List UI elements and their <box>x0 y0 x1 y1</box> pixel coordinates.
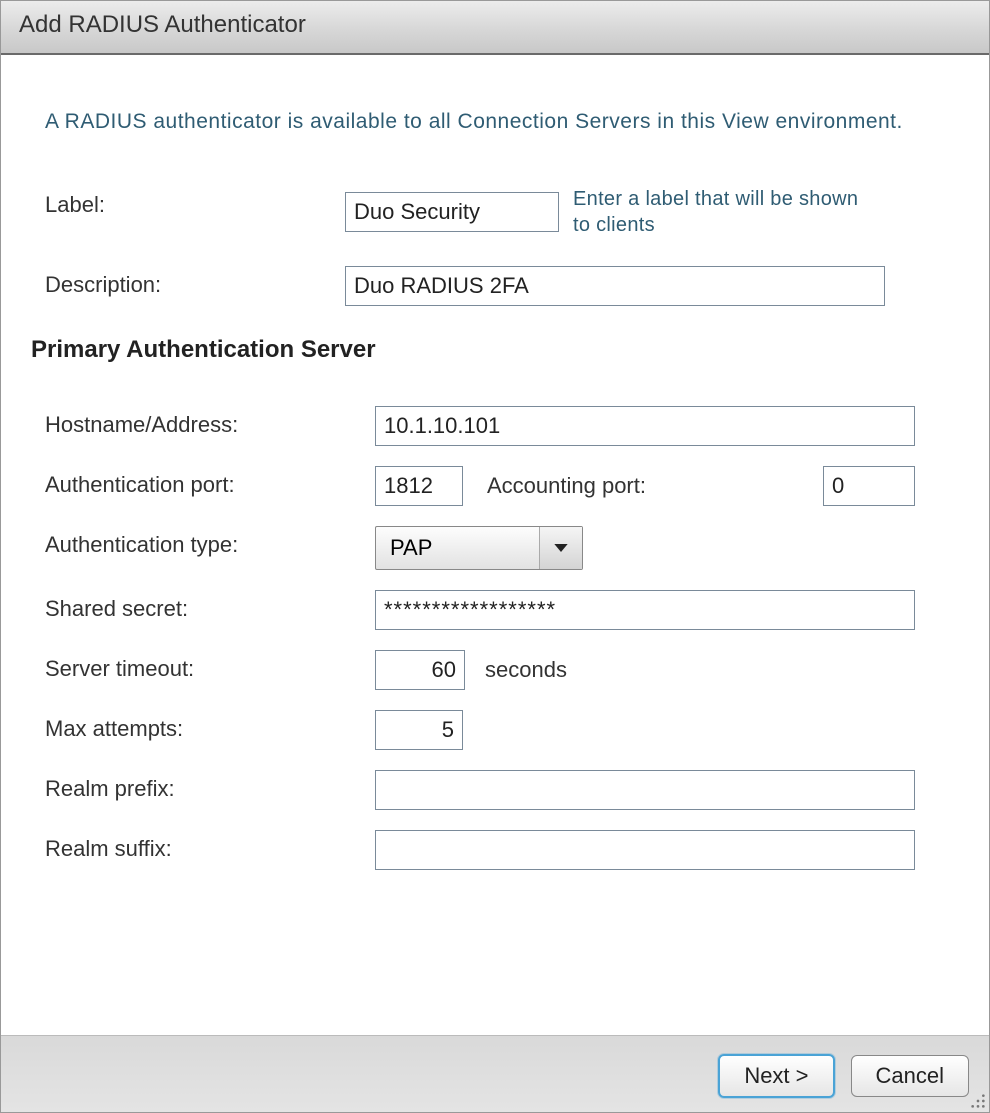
cancel-button[interactable]: Cancel <box>851 1055 969 1097</box>
hostname-input[interactable] <box>375 406 915 446</box>
shared-secret-input[interactable] <box>375 590 915 630</box>
row-auth-type: Authentication type: PAP <box>45 526 945 570</box>
dialog-footer: Next > Cancel <box>1 1035 989 1112</box>
resize-grip-icon[interactable] <box>970 1093 986 1109</box>
realm-prefix-label: Realm prefix: <box>45 770 375 802</box>
realm-suffix-input[interactable] <box>375 830 915 870</box>
server-timeout-input[interactable] <box>375 650 465 690</box>
label-label: Label: <box>45 186 345 218</box>
row-label: Label: Enter a label that will be shown … <box>45 186 945 238</box>
label-input[interactable] <box>345 192 559 232</box>
dialog-content: A RADIUS authenticator is available to a… <box>1 55 989 1035</box>
auth-port-input[interactable] <box>375 466 463 506</box>
row-description: Description: <box>45 266 945 306</box>
acct-port-label: Accounting port: <box>487 473 646 499</box>
row-hostname: Hostname/Address: <box>45 406 945 446</box>
acct-port-input[interactable] <box>823 466 915 506</box>
description-input[interactable] <box>345 266 885 306</box>
realm-suffix-label: Realm suffix: <box>45 830 375 862</box>
description-label: Description: <box>45 266 345 298</box>
dialog-title: Add RADIUS Authenticator <box>1 1 989 55</box>
realm-prefix-input[interactable] <box>375 770 915 810</box>
section-heading-primary: Primary Authentication Server <box>31 336 959 364</box>
shared-secret-label: Shared secret: <box>45 590 375 622</box>
auth-type-label: Authentication type: <box>45 526 375 558</box>
server-timeout-label: Server timeout: <box>45 650 375 682</box>
label-hint: Enter a label that will be shown to clie… <box>573 186 873 238</box>
row-max-attempts: Max attempts: <box>45 710 945 750</box>
row-server-timeout: Server timeout: seconds <box>45 650 945 690</box>
row-realm-prefix: Realm prefix: <box>45 770 945 810</box>
primary-server-form: Hostname/Address: Authentication port: A… <box>31 406 959 870</box>
dropdown-arrow-icon <box>539 527 582 569</box>
auth-type-value: PAP <box>376 527 539 569</box>
row-ports: Authentication port: Accounting port: <box>45 466 945 506</box>
dialog-window: Add RADIUS Authenticator A RADIUS authen… <box>0 0 990 1113</box>
next-button[interactable]: Next > <box>718 1054 834 1098</box>
max-attempts-input[interactable] <box>375 710 463 750</box>
server-timeout-unit: seconds <box>485 657 567 683</box>
hostname-label: Hostname/Address: <box>45 406 375 438</box>
max-attempts-label: Max attempts: <box>45 710 375 742</box>
auth-port-label: Authentication port: <box>45 466 375 498</box>
auth-type-dropdown[interactable]: PAP <box>375 526 583 570</box>
intro-text: A RADIUS authenticator is available to a… <box>45 107 945 136</box>
row-shared-secret: Shared secret: <box>45 590 945 630</box>
row-realm-suffix: Realm suffix: <box>45 830 945 870</box>
